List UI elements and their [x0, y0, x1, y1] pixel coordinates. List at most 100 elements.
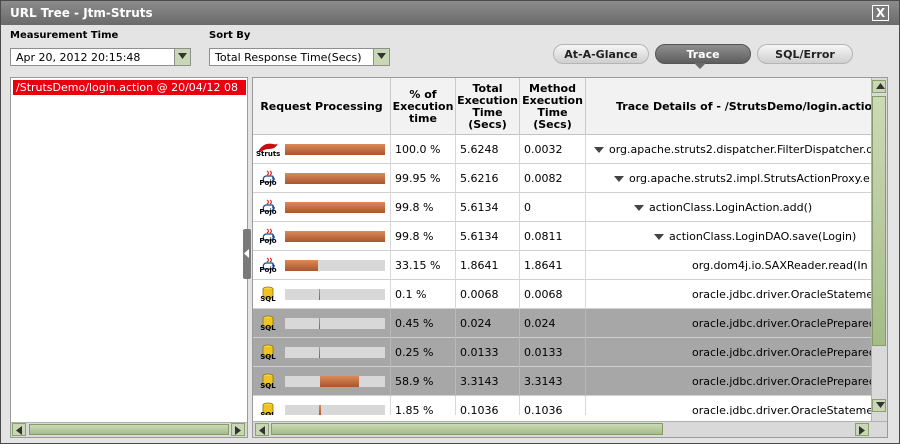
- scroll-left-icon[interactable]: [12, 423, 26, 436]
- title-bar: URL Tree - Jtm-Struts X: [1, 1, 899, 25]
- method-time-cell: 0.0032: [520, 135, 586, 164]
- tree-scroll-thumb[interactable]: [29, 424, 229, 435]
- icon-label: Struts: [256, 150, 281, 158]
- tree-item-selected[interactable]: /StrutsDemo/login.action @ 20/04/12 08: [13, 80, 246, 95]
- trace-method-name: org.apache.struts2.impl.StrutsActionProx…: [629, 172, 870, 185]
- total-time-cell: 1.8641: [456, 251, 520, 280]
- trace-cell: oracle.jdbc.driver.OracleStateme: [586, 396, 872, 415]
- table-row[interactable]: SQL 1.85 % 0.1036 0.1036 oracle.jdbc.driver.…: [253, 396, 872, 415]
- panel-splitter[interactable]: [243, 229, 251, 279]
- trace-method-name: actionClass.LoginDAO.save(Login): [669, 230, 857, 243]
- execution-bar-fill: [319, 405, 321, 415]
- icon-label: Pojo: [259, 266, 277, 274]
- trace-cell: org.dom4j.io.SAXReader.read(In: [586, 251, 872, 280]
- method-time-cell: 0.0133: [520, 338, 586, 367]
- active-tab-indicator: [694, 63, 706, 69]
- pct-cell: 100.0 %: [391, 135, 456, 164]
- request-processing-cell: Pojo: [253, 251, 391, 280]
- header-request-processing[interactable]: Request Processing: [253, 78, 391, 135]
- pojo-icon: Pojo: [256, 166, 280, 190]
- scroll-up-icon[interactable]: [872, 80, 886, 93]
- execution-bar: [285, 231, 385, 242]
- tab-sql-error[interactable]: SQL/Error: [757, 44, 853, 64]
- request-processing-cell: Struts: [253, 135, 391, 164]
- execution-bar: [285, 376, 385, 387]
- table-row[interactable]: Pojo 99.8 % 5.6134 0.0811 actionClass.LoginD…: [253, 222, 872, 251]
- sql-icon: SQL: [256, 311, 280, 335]
- table-row[interactable]: SQL 0.25 % 0.0133 0.0133 oracle.jdbc.driver.…: [253, 338, 872, 367]
- pct-cell: 99.8 %: [391, 222, 456, 251]
- table-row[interactable]: Pojo 99.95 % 5.6216 0.0082 org.apache.struts…: [253, 164, 872, 193]
- request-processing-cell: Pojo: [253, 193, 391, 222]
- execution-bar: [285, 347, 385, 358]
- scroll-down-icon[interactable]: [872, 399, 886, 412]
- table-vscroll-thumb[interactable]: [872, 96, 886, 346]
- trace-cell: actionClass.LoginDAO.save(Login): [586, 222, 872, 251]
- chevron-down-icon[interactable]: [373, 49, 389, 65]
- icon-label: SQL: [260, 324, 276, 332]
- execution-bar: [285, 260, 385, 271]
- method-time-cell: 0.1036: [520, 396, 586, 415]
- method-time-cell: 0.0811: [520, 222, 586, 251]
- expand-arrow-icon[interactable]: [634, 205, 644, 211]
- table-row[interactable]: SQL 58.9 % 3.3143 3.3143 oracle.jdbc.driver.…: [253, 367, 872, 396]
- total-time-cell: 5.6134: [456, 193, 520, 222]
- trace-cell: org.apache.struts2.dispatcher.FilterDisp…: [586, 135, 872, 164]
- sort-by-label: Sort By: [209, 30, 251, 41]
- total-time-cell: 5.6216: [456, 164, 520, 193]
- header-method-execution[interactable]: Method Execution Time (Secs): [520, 78, 586, 135]
- measurement-time-select[interactable]: Apr 20, 2012 20:15:48: [10, 48, 191, 66]
- execution-bar-fill: [319, 289, 320, 300]
- trace-method-name: oracle.jdbc.driver.OraclePrepared: [692, 317, 872, 330]
- tree-horizontal-scrollbar[interactable]: [11, 422, 247, 437]
- execution-bar: [285, 289, 385, 300]
- trace-cell: oracle.jdbc.driver.OraclePrepared: [586, 367, 872, 396]
- expand-arrow-icon[interactable]: [594, 147, 604, 153]
- table-vertical-scrollbar[interactable]: [871, 78, 887, 423]
- request-processing-cell: SQL: [253, 338, 391, 367]
- trace-method-name: oracle.jdbc.driver.OraclePrepared: [692, 346, 872, 359]
- total-time-cell: 5.6134: [456, 222, 520, 251]
- trace-cell: oracle.jdbc.driver.OraclePrepared: [586, 338, 872, 367]
- icon-label: Pojo: [259, 208, 277, 216]
- scroll-right-icon[interactable]: [855, 423, 869, 436]
- expand-arrow-icon[interactable]: [654, 234, 664, 240]
- icon-label: SQL: [260, 295, 276, 303]
- scroll-left-icon[interactable]: [255, 423, 269, 436]
- tab-trace[interactable]: Trace: [655, 44, 751, 64]
- execution-bar-fill: [285, 144, 385, 155]
- execution-bar: [285, 318, 385, 329]
- chevron-down-icon[interactable]: [174, 49, 190, 65]
- execution-bar: [285, 405, 385, 415]
- execution-bar-fill: [319, 318, 320, 329]
- request-processing-cell: SQL: [253, 309, 391, 338]
- pct-cell: 0.1 %: [391, 280, 456, 309]
- table-row[interactable]: Struts 100.0 % 5.6248 0.0032 org.apache.stru…: [253, 135, 872, 164]
- sql-icon: SQL: [256, 282, 280, 306]
- close-button[interactable]: X: [872, 5, 889, 21]
- execution-bar-fill: [285, 260, 319, 271]
- execution-bar: [285, 202, 385, 213]
- trace-cell: actionClass.LoginAction.add(): [586, 193, 872, 222]
- header-trace-details[interactable]: Trace Details of - /StrutsDemo/login.act…: [586, 78, 872, 135]
- table-row[interactable]: Pojo 33.15 % 1.8641 1.8641 org.dom4j.io.SAXR…: [253, 251, 872, 280]
- header-pct-execution[interactable]: % of Execution time: [391, 78, 456, 135]
- expand-arrow-icon[interactable]: [614, 176, 624, 182]
- request-processing-cell: Pojo: [253, 222, 391, 251]
- icon-label: SQL: [260, 411, 276, 415]
- trace-method-name: oracle.jdbc.driver.OracleStateme: [692, 288, 872, 301]
- table-hscroll-thumb[interactable]: [271, 423, 663, 435]
- table-row[interactable]: Pojo 99.8 % 5.6134 0 actionClass.LoginAction…: [253, 193, 872, 222]
- header-total-execution[interactable]: Total Execution Time (Secs): [456, 78, 520, 135]
- table-row[interactable]: SQL 0.45 % 0.024 0.024 oracle.jdbc.driver.Or…: [253, 309, 872, 338]
- execution-bar-fill: [285, 202, 385, 213]
- sort-by-value: Total Response Time(Secs): [215, 51, 362, 64]
- collapse-left-icon: [244, 249, 249, 258]
- scroll-right-icon[interactable]: [231, 423, 245, 436]
- pct-cell: 99.8 %: [391, 193, 456, 222]
- icon-label: SQL: [260, 353, 276, 361]
- table-horizontal-scrollbar[interactable]: [253, 421, 887, 437]
- sort-by-select[interactable]: Total Response Time(Secs): [209, 48, 390, 66]
- tab-at-a-glance[interactable]: At-A-Glance: [553, 44, 649, 64]
- table-row[interactable]: SQL 0.1 % 0.0068 0.0068 oracle.jdbc.driver.O…: [253, 280, 872, 309]
